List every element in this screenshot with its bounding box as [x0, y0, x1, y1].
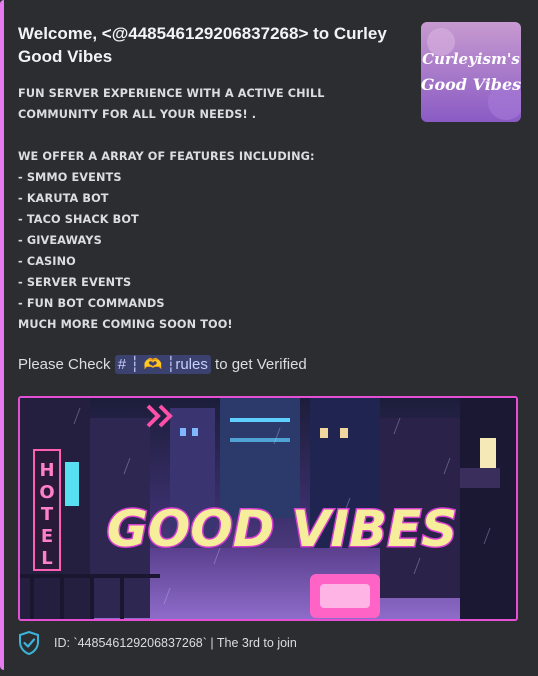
embed-title: Welcome, <@448546129206837268> to Curley… [18, 24, 387, 66]
description-line: - SMMO EVENTS [18, 171, 122, 184]
hotel-sign-letter: H [39, 460, 54, 481]
description-line: MUCH MORE COMING SOON TOO! [18, 318, 233, 331]
embed-footer: ID: `448546129206837268` | The 3rd to jo… [18, 630, 297, 656]
channel-separator: ┆ [166, 356, 176, 373]
description-line: - KARUTA BOT [18, 192, 109, 205]
description-line: - FUN BOT COMMANDS [18, 297, 165, 310]
description-line: - TACO SHACK BOT [18, 213, 139, 226]
hotel-sign-letter: E [41, 526, 53, 547]
verify-line: Please Check # ┆ 🫶 ┆rules to get Verifie… [18, 354, 307, 376]
description-line [18, 125, 408, 146]
channel-mention-rules[interactable]: # ┆ 🫶 ┆rules [114, 355, 211, 374]
channel-separator: ┆ [130, 356, 140, 373]
banner-headline: GOOD VIBES [107, 500, 458, 558]
channel-name: rules [175, 356, 208, 373]
description-line: - GIVEAWAYS [18, 234, 102, 247]
channel-hash-icon: # [117, 356, 127, 373]
thumbnail-text-line1: Curleyism's [422, 50, 520, 68]
neon-city-image: H O T E L GOOD VIBES [20, 398, 516, 619]
verify-suffix: to get Verified [215, 356, 307, 373]
thumbnail-text-line2: Good Vibes [421, 75, 521, 94]
description-line: COMMUNITY FOR ALL YOUR NEEDS! . [18, 108, 257, 121]
embed-thumbnail[interactable]: Curleyism's Good Vibes [421, 22, 521, 122]
embed-description: FUN SERVER EXPERIENCE WITH A ACTIVE CHIL… [18, 83, 408, 335]
description-line: - CASINO [18, 255, 76, 268]
welcome-embed: Welcome, <@448546129206837268> to Curley… [0, 0, 530, 670]
description-line: WE OFFER A ARRAY OF FEATURES INCLUDING: [18, 150, 315, 163]
verify-prefix: Please Check [18, 356, 111, 373]
description-line: - SERVER EVENTS [18, 276, 132, 289]
footer-text: ID: `448546129206837268` | The 3rd to jo… [54, 636, 297, 650]
verified-shield-icon [19, 631, 39, 655]
thumbnail-image: Curleyism's Good Vibes [421, 22, 521, 122]
hotel-sign-letter: T [41, 504, 54, 525]
channel-emoji: 🫶 [143, 356, 163, 373]
embed-image[interactable]: H O T E L GOOD VIBES [18, 396, 518, 621]
hotel-sign-letter: L [41, 548, 52, 569]
description-line: FUN SERVER EXPERIENCE WITH A ACTIVE CHIL… [18, 87, 325, 100]
hotel-sign-letter: O [39, 482, 54, 503]
